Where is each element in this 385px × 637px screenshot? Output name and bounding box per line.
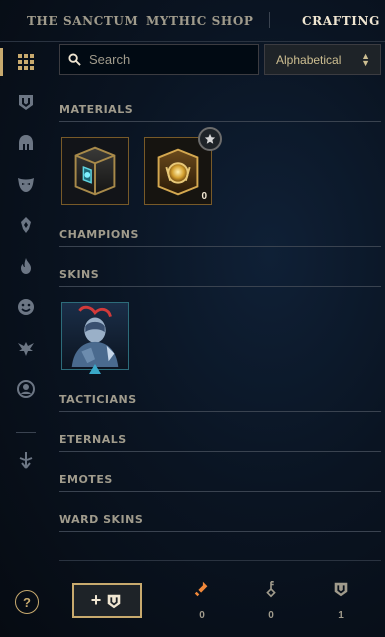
chest-icon[interactable] <box>14 90 38 114</box>
sort-dropdown[interactable]: Alphabetical ▲ ▼ <box>264 44 381 75</box>
search-box[interactable] <box>59 44 259 75</box>
orange-essence-icon <box>194 581 208 597</box>
orange-essence-count: 0 <box>199 610 205 621</box>
chest-count: 1 <box>338 610 344 621</box>
tab-mythic-shop[interactable]: MYTHIC SHOP <box>146 14 254 28</box>
key-currency: 0 <box>256 580 286 621</box>
tactician-icon[interactable] <box>14 377 38 401</box>
section-divider <box>59 451 381 452</box>
section-title-emotes[interactable]: EMOTES <box>59 473 113 486</box>
search-icon <box>68 53 81 66</box>
skin-mask-icon[interactable] <box>14 172 38 196</box>
add-chest-button[interactable]: + <box>72 583 142 618</box>
sort-chevron-icon: ▲ ▼ <box>361 51 370 68</box>
chest-icon <box>107 594 121 608</box>
chest-icon <box>334 582 348 597</box>
section-divider <box>59 411 381 412</box>
search-input[interactable] <box>89 52 239 67</box>
section-title-ward-skins[interactable]: WARD SKINS <box>59 513 143 526</box>
section-title-eternals[interactable]: ETERNALS <box>59 433 127 446</box>
nav-divider <box>269 12 270 28</box>
top-navigation: THE SANCTUM MYTHIC SHOP CRAFTING <box>0 0 385 42</box>
section-title-champions[interactable]: CHAMPIONS <box>59 228 139 241</box>
section-divider <box>59 286 381 287</box>
skin-portrait-icon <box>62 303 128 369</box>
orange-essence-currency: 0 <box>187 580 217 621</box>
skin-shard-item[interactable] <box>61 302 129 370</box>
star-icon <box>204 133 216 144</box>
hextech-chest-icon <box>62 138 128 204</box>
disenchant-icon[interactable] <box>14 448 38 472</box>
key-icon <box>266 580 276 598</box>
orb-count: 0 <box>201 191 207 202</box>
category-rail <box>0 42 52 637</box>
key-count: 0 <box>268 610 274 621</box>
champion-helmet-icon[interactable] <box>14 131 38 155</box>
rail-divider <box>16 432 36 433</box>
section-title-tacticians[interactable]: TACTICIANS <box>59 393 137 406</box>
material-hextech-chest[interactable] <box>61 137 129 205</box>
ward-icon[interactable] <box>14 213 38 237</box>
section-title-materials[interactable]: MATERIALS <box>59 103 133 116</box>
tab-crafting[interactable]: CRAFTING <box>302 14 380 28</box>
chest-currency: 1 <box>326 580 356 621</box>
section-divider <box>59 531 381 532</box>
section-divider <box>59 491 381 492</box>
sort-selected: Alphabetical <box>276 52 342 67</box>
mythic-star-badge <box>198 127 222 151</box>
tab-the-sanctum[interactable]: THE SANCTUM <box>27 14 138 28</box>
eternals-icon[interactable] <box>14 336 38 360</box>
footer-divider <box>59 560 381 561</box>
grid-all-icon[interactable] <box>14 50 38 74</box>
crafting-window: THE SANCTUM MYTHIC SHOP CRAFTING ? Searc… <box>0 0 385 637</box>
flame-icon[interactable] <box>14 254 38 278</box>
emote-icon[interactable] <box>14 295 38 319</box>
active-indicator <box>0 48 3 76</box>
help-button[interactable]: ? <box>15 590 39 614</box>
section-title-skins[interactable]: SKINS <box>59 268 99 281</box>
section-divider <box>59 121 381 122</box>
section-divider <box>59 246 381 247</box>
add-label: + <box>90 590 102 610</box>
rarity-marker-icon <box>89 364 101 374</box>
